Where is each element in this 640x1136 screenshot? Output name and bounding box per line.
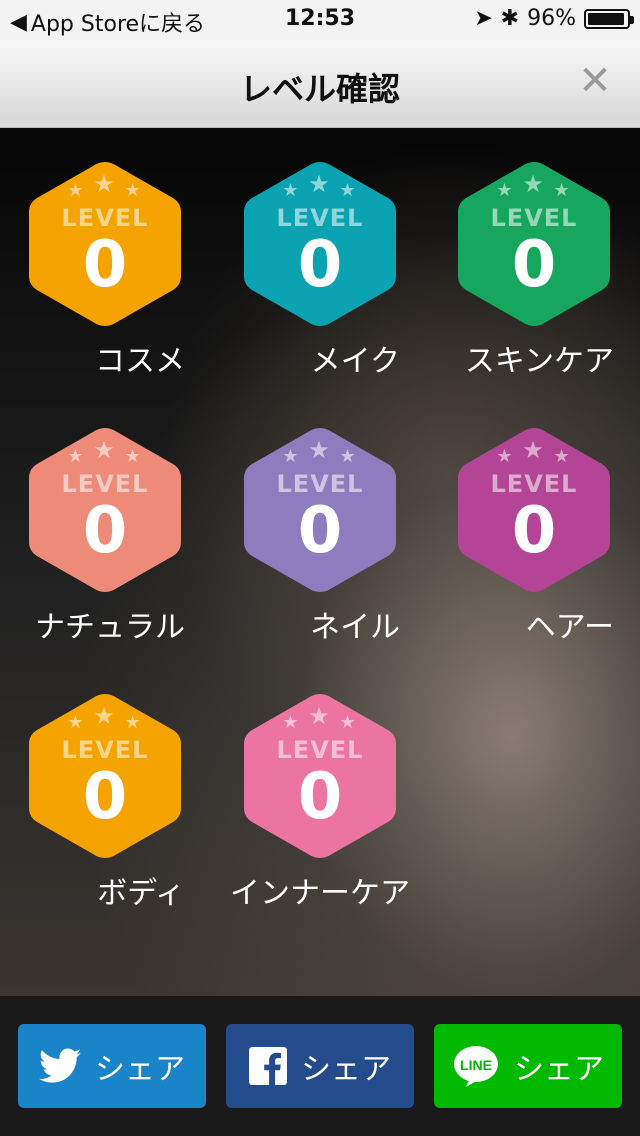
- level-value: 0: [82, 228, 128, 302]
- stars-icon: ★ ★ ★: [496, 436, 572, 467]
- level-grid: ★ ★ ★ LEVEL 0 コスメ ★ ★ ★ LEVEL 0 メイク ★ ★ ★ LEVEL 0 ス…: [0, 128, 640, 996]
- level-badge[interactable]: ★ ★ ★ LEVEL 0 メイク: [240, 158, 400, 380]
- level-badge[interactable]: ★ ★ ★ LEVEL 0 ボディ: [25, 690, 185, 912]
- level-hexagon: ★ ★ ★ LEVEL 0: [25, 690, 185, 862]
- level-value: 0: [511, 228, 557, 302]
- category-name: ネイル: [310, 610, 400, 645]
- category-name: ボディ: [97, 876, 185, 911]
- level-badge[interactable]: ★ ★ ★ LEVEL 0 ヘアー: [454, 424, 614, 646]
- level-hexagon: ★ ★ ★ LEVEL 0: [454, 158, 614, 330]
- line-share-button[interactable]: LINE シェア: [434, 1024, 622, 1108]
- app-screen: ◀ App Storeに戻る 12:53 ➤ ✱ 96% レベル確認 ✕ ★ ★…: [0, 0, 640, 1136]
- line-icon-text: LINE: [460, 1057, 492, 1073]
- level-value: 0: [511, 494, 557, 568]
- stars-icon: ★ ★ ★: [282, 702, 358, 733]
- twitter-bird-icon: [39, 1048, 81, 1084]
- level-badge[interactable]: ★ ★ ★ LEVEL 0 コスメ: [25, 158, 185, 380]
- location-icon: ➤: [474, 6, 493, 31]
- category-name: インナーケア: [230, 876, 410, 911]
- close-button[interactable]: ✕: [574, 60, 616, 102]
- twitter-share-label: シェア: [95, 1052, 185, 1087]
- page-title: レベル確認: [239, 70, 400, 108]
- level-value: 0: [297, 494, 343, 568]
- battery-icon: [584, 8, 634, 29]
- level-hexagon: ★ ★ ★ LEVEL 0: [454, 424, 614, 596]
- level-hexagon: ★ ★ ★ LEVEL 0: [240, 158, 400, 330]
- bluetooth-icon: ✱: [500, 6, 520, 31]
- level-hexagon: ★ ★ ★ LEVEL 0: [25, 424, 185, 596]
- facebook-share-label: シェア: [301, 1052, 391, 1087]
- line-icon: LINE: [452, 1044, 500, 1088]
- level-value: 0: [297, 760, 343, 834]
- level-hexagon: ★ ★ ★ LEVEL 0: [25, 158, 185, 330]
- line-share-label: シェア: [514, 1052, 604, 1087]
- battery-percent: 96%: [527, 6, 576, 31]
- twitter-share-button[interactable]: シェア: [18, 1024, 206, 1108]
- status-indicators: ➤ ✱ 96%: [474, 6, 634, 31]
- stars-icon: ★ ★ ★: [67, 702, 143, 733]
- facebook-share-button[interactable]: シェア: [226, 1024, 414, 1108]
- level-badge[interactable]: ★ ★ ★ LEVEL 0 ネイル: [240, 424, 400, 646]
- category-name: ナチュラル: [35, 610, 185, 645]
- level-badge[interactable]: ★ ★ ★ LEVEL 0 ナチュラル: [25, 424, 185, 646]
- stars-icon: ★ ★ ★: [496, 170, 572, 201]
- stars-icon: ★ ★ ★: [282, 436, 358, 467]
- status-bar: ◀ App Storeに戻る 12:53 ➤ ✱ 96%: [0, 0, 640, 40]
- level-hexagon: ★ ★ ★ LEVEL 0: [240, 424, 400, 596]
- share-bar: シェア シェア LINE シェア: [0, 996, 640, 1136]
- nav-bar: レベル確認 ✕: [0, 40, 640, 128]
- level-hexagon: ★ ★ ★ LEVEL 0: [240, 690, 400, 862]
- level-value: 0: [82, 494, 128, 568]
- category-name: スキンケア: [464, 344, 614, 379]
- close-icon: ✕: [578, 58, 612, 104]
- stars-icon: ★ ★ ★: [282, 170, 358, 201]
- level-badge[interactable]: ★ ★ ★ LEVEL 0 インナーケア: [230, 690, 410, 912]
- stars-icon: ★ ★ ★: [67, 436, 143, 467]
- stars-icon: ★ ★ ★: [67, 170, 143, 201]
- level-value: 0: [82, 760, 128, 834]
- category-name: コスメ: [95, 344, 185, 379]
- battery-fill: [588, 12, 625, 25]
- category-name: ヘアー: [525, 610, 614, 645]
- category-name: メイク: [310, 344, 400, 379]
- level-badge[interactable]: ★ ★ ★ LEVEL 0 スキンケア: [454, 158, 614, 380]
- facebook-icon: [249, 1047, 287, 1085]
- level-value: 0: [297, 228, 343, 302]
